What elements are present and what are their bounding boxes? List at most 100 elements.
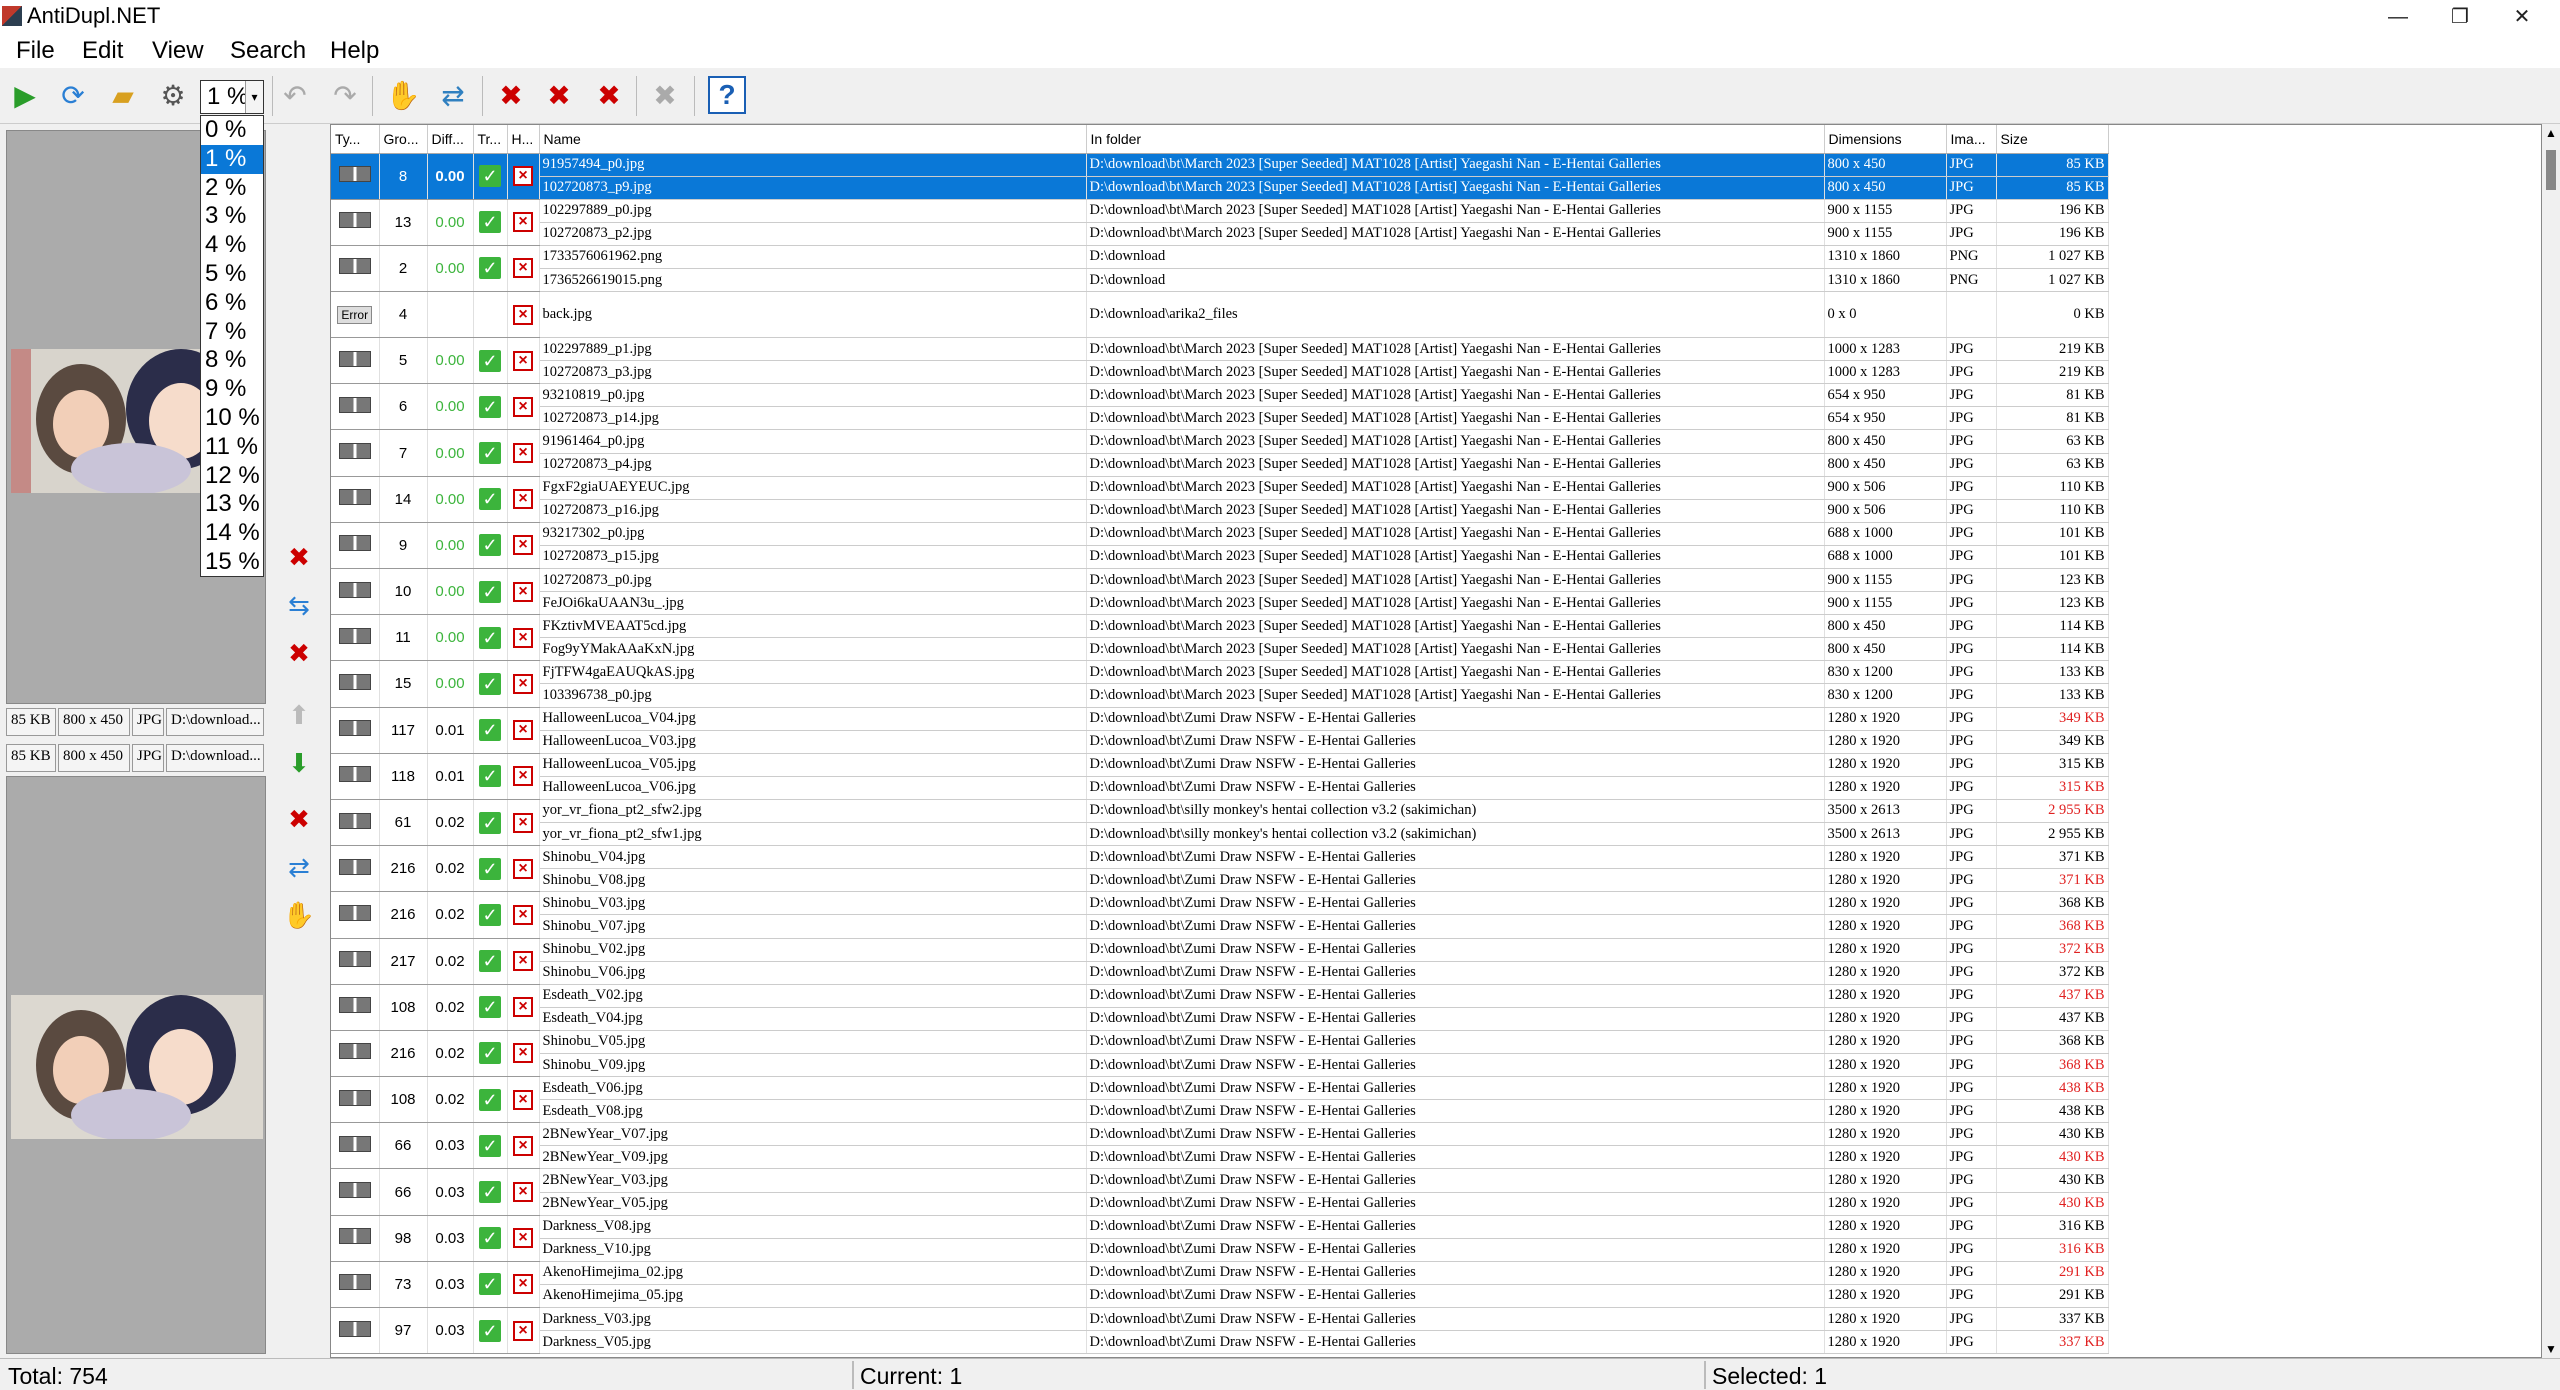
type-cell[interactable] [331, 153, 380, 200]
type-cell[interactable] [331, 707, 380, 754]
table-row[interactable]: 98 0.03 ✓ × Darkness_V08.jpg D:\download\bt\Z… [331, 1215, 2109, 1262]
transform-cell[interactable]: ✓ [473, 199, 508, 246]
hint-cell[interactable]: × [507, 1261, 540, 1309]
table-row[interactable]: 73 0.03 ✓ × AkenoHimejima_02.jpg D:\download\… [331, 1261, 2109, 1309]
type-cell[interactable] [331, 753, 380, 800]
type-cell[interactable] [331, 1261, 380, 1309]
type-cell[interactable] [331, 799, 380, 847]
column-header[interactable]: Tr... [473, 125, 508, 154]
column-header[interactable]: In folder [1086, 125, 1825, 154]
table-row[interactable]: 6 0.00 ✓ × 93210819_p0.jpg D:\download\bt\Mar… [331, 383, 2109, 431]
column-header[interactable]: Diff... [427, 125, 474, 154]
type-cell[interactable] [331, 1168, 380, 1216]
swap-icon[interactable]: ⇄ [280, 848, 318, 886]
delete-second-icon[interactable]: ✖ [540, 76, 578, 114]
menu-help[interactable]: Help [330, 37, 379, 65]
type-cell[interactable] [331, 1076, 380, 1124]
table-row[interactable]: Error 4 × back.jpg D:\download\arika2_files 0… [331, 291, 2109, 339]
move-images-icon[interactable]: ⇄ [434, 76, 472, 114]
threshold-option[interactable]: 5 % [201, 260, 263, 289]
threshold-option[interactable]: 15 % [201, 548, 263, 577]
stop-hand-icon[interactable]: ✋ [384, 76, 422, 114]
table-row[interactable]: 102720873_p16.jpg D:\download\bt\March 20… [331, 499, 2109, 523]
transform-cell[interactable]: ✓ [473, 614, 508, 662]
table-row[interactable]: 66 0.03 ✓ × 2BNewYear_V03.jpg D:\download\bt\… [331, 1168, 2109, 1216]
table-row[interactable]: 5 0.00 ✓ × 102297889_p1.jpg D:\download\bt\Ma… [331, 337, 2109, 385]
transform-cell[interactable]: ✓ [473, 938, 508, 985]
table-row[interactable]: 97 0.03 ✓ × Darkness_V03.jpg D:\download\bt\Z… [331, 1307, 2109, 1355]
transform-cell[interactable]: ✓ [473, 1168, 508, 1216]
refresh-icon[interactable]: ⟳ [54, 76, 92, 114]
menu-file[interactable]: File [16, 37, 55, 65]
transform-cell[interactable]: ✓ [473, 1076, 508, 1124]
transform-cell[interactable]: ✓ [473, 1030, 508, 1078]
threshold-option[interactable]: 4 % [201, 231, 263, 260]
vertical-scrollbar[interactable]: ▲ ▼ [2542, 124, 2560, 1358]
table-row[interactable]: 2BNewYear_V09.jpg D:\download\bt\Zumi Dra… [331, 1145, 2109, 1170]
transform-cell[interactable]: ✓ [473, 429, 508, 477]
threshold-option[interactable]: 1 % [201, 144, 263, 174]
transform-cell[interactable]: ✓ [473, 568, 508, 616]
delete-both-icon[interactable]: ✖ [590, 76, 628, 114]
table-row[interactable]: Shinobu_V09.jpg D:\download\bt\Zumi Draw … [331, 1053, 2109, 1078]
type-cell[interactable] [331, 660, 380, 708]
threshold-option[interactable]: 13 % [201, 490, 263, 519]
column-header[interactable]: Gro... [379, 125, 428, 154]
arrow-up-icon[interactable]: ⬆ [280, 696, 318, 734]
menu-search[interactable]: Search [230, 37, 306, 65]
transform-cell[interactable]: ✓ [473, 476, 508, 523]
transform-cell[interactable]: ✓ [473, 753, 508, 800]
table-row[interactable]: 103396738_p0.jpg D:\download\bt\March 202… [331, 683, 2109, 708]
transform-cell[interactable]: ✓ [473, 153, 508, 200]
type-cell[interactable] [331, 199, 380, 246]
hint-cell[interactable]: × [507, 1215, 540, 1262]
transform-cell[interactable]: ✓ [473, 891, 508, 939]
table-row[interactable]: 216 0.02 ✓ × Shinobu_V03.jpg D:\download\bt\Z… [331, 891, 2109, 939]
table-row[interactable]: Shinobu_V07.jpg D:\download\bt\Zumi Draw … [331, 914, 2109, 939]
transform-cell[interactable]: ✓ [473, 1261, 508, 1309]
table-row[interactable]: FeJOi6kaUAAN3u_.jpg D:\download\bt\March … [331, 591, 2109, 616]
hint-cell[interactable]: × [507, 845, 540, 893]
menu-edit[interactable]: Edit [82, 37, 123, 65]
table-row[interactable]: AkenoHimejima_05.jpg D:\download\bt\Zumi … [331, 1284, 2109, 1309]
table-row[interactable]: 7 0.00 ✓ × 91961464_p0.jpg D:\download\bt\Mar… [331, 429, 2109, 477]
table-row[interactable]: 61 0.02 ✓ × yor_vr_fiona_pt2_sfw2.jpg D:\down… [331, 799, 2109, 847]
rename-icon[interactable]: ⇆ [280, 586, 318, 624]
column-header[interactable]: Dimensions [1824, 125, 1947, 154]
transform-cell[interactable]: ✓ [473, 522, 508, 570]
hint-cell[interactable]: × [507, 891, 540, 939]
table-row[interactable]: 10 0.00 ✓ × 102720873_p0.jpg D:\download\bt\M… [331, 568, 2109, 616]
start-search-icon[interactable]: ▶ [6, 76, 44, 114]
type-cell[interactable] [331, 568, 380, 616]
type-cell[interactable] [331, 429, 380, 477]
table-row[interactable]: 15 0.00 ✓ × FjTFW4gaEAUQkAS.jpg D:\download\b… [331, 660, 2109, 708]
table-row[interactable]: 102720873_p2.jpg D:\download\bt\March 202… [331, 222, 2109, 246]
table-row[interactable]: 216 0.02 ✓ × Shinobu_V04.jpg D:\download\bt\Z… [331, 845, 2109, 893]
table-row[interactable]: Esdeath_V04.jpg D:\download\bt\Zumi Draw … [331, 1007, 2109, 1031]
table-row[interactable]: 8 0.00 ✓ × 91957494_p0.jpg D:\download\bt\Mar… [331, 153, 2109, 200]
transform-cell[interactable] [473, 291, 508, 339]
threshold-option[interactable]: 10 % [201, 404, 263, 433]
type-cell[interactable] [331, 1030, 380, 1078]
hint-cell[interactable]: × [507, 245, 540, 293]
hint-cell[interactable]: × [507, 660, 540, 708]
minimize-button[interactable]: — [2378, 4, 2418, 30]
hint-cell[interactable]: × [507, 337, 540, 385]
type-cell[interactable] [331, 938, 380, 985]
transform-cell[interactable]: ✓ [473, 707, 508, 754]
transform-cell[interactable]: ✓ [473, 845, 508, 893]
transform-cell[interactable]: ✓ [473, 984, 508, 1031]
table-row[interactable]: 2BNewYear_V05.jpg D:\download\bt\Zumi Dra… [331, 1192, 2109, 1216]
transform-cell[interactable]: ✓ [473, 1307, 508, 1355]
redo-icon[interactable]: ↷ [326, 76, 364, 114]
column-header[interactable]: H... [507, 125, 540, 154]
table-row[interactable]: 66 0.03 ✓ × 2BNewYear_V07.jpg D:\download\bt\… [331, 1122, 2109, 1170]
type-cell[interactable] [331, 476, 380, 523]
type-cell[interactable] [331, 614, 380, 662]
table-row[interactable]: Darkness_V05.jpg D:\download\bt\Zumi Draw… [331, 1330, 2109, 1355]
table-row[interactable]: 14 0.00 ✓ × FgxF2giaUAEYEUC.jpg D:\download\b… [331, 476, 2109, 523]
scroll-down-icon[interactable]: ▼ [2545, 1342, 2557, 1356]
table-row[interactable]: Esdeath_V08.jpg D:\download\bt\Zumi Draw … [331, 1099, 2109, 1124]
type-cell[interactable] [331, 984, 380, 1031]
column-header[interactable]: Ty... [331, 125, 380, 154]
